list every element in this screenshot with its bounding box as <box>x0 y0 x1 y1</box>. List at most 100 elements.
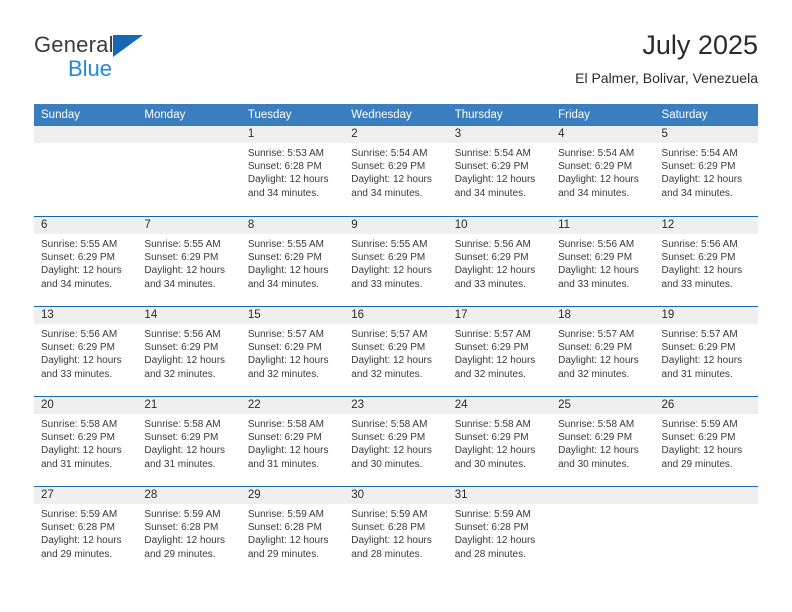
day-cell <box>137 126 241 216</box>
day-cell[interactable]: 30 Sunrise: 5:59 AM Sunset: 6:28 PM Dayl… <box>344 487 448 576</box>
daylight-text-line1: Daylight: 12 hours <box>661 174 743 186</box>
day-number: 14 <box>137 307 241 324</box>
daylight-text-line2: and 30 minutes. <box>558 458 630 470</box>
daylight-text-line1: Daylight: 12 hours <box>247 535 329 547</box>
logo-general-text: General <box>34 32 114 57</box>
daylight-text-line1: Daylight: 12 hours <box>661 445 743 457</box>
daylight-text-line1: Daylight: 12 hours <box>144 445 226 457</box>
sunset-text: Sunset: 6:29 PM <box>558 252 633 264</box>
page-title: July 2025 <box>642 30 758 60</box>
day-cell[interactable]: 24 Sunrise: 5:58 AM Sunset: 6:29 PM Dayl… <box>447 397 552 486</box>
day-number: 10 <box>447 217 552 234</box>
day-info: Sunrise: 5:57 AM Sunset: 6:29 PM Dayligh… <box>448 324 551 381</box>
daylight-text-line2: and 33 minutes. <box>41 368 113 380</box>
daylight-text-line1: Daylight: 12 hours <box>661 265 743 277</box>
weekday-monday: Monday <box>144 109 186 121</box>
day-cell[interactable]: 14 Sunrise: 5:56 AM Sunset: 6:29 PM Dayl… <box>137 307 241 396</box>
day-cell[interactable]: 28 Sunrise: 5:59 AM Sunset: 6:28 PM Dayl… <box>137 487 241 576</box>
day-number <box>34 126 138 143</box>
day-cell[interactable]: 10 Sunrise: 5:56 AM Sunset: 6:29 PM Dayl… <box>447 217 552 306</box>
sunrise-text: Sunrise: 5:56 AM <box>558 239 635 250</box>
day-number: 1 <box>240 126 345 143</box>
day-cell[interactable]: 8 Sunrise: 5:55 AM Sunset: 6:29 PM Dayli… <box>240 217 345 306</box>
sunset-text: Sunset: 6:29 PM <box>454 161 529 173</box>
day-cell <box>551 487 655 576</box>
sunrise-text: Sunrise: 5:57 AM <box>454 329 531 340</box>
sunset-text: Sunset: 6:29 PM <box>351 252 426 264</box>
day-info: Sunrise: 5:56 AM Sunset: 6:29 PM Dayligh… <box>655 234 758 291</box>
sunrise-text: Sunrise: 5:55 AM <box>351 239 428 250</box>
daylight-text-line2: and 33 minutes. <box>351 278 423 290</box>
day-cell[interactable]: 2 Sunrise: 5:54 AM Sunset: 6:29 PM Dayli… <box>344 126 448 216</box>
day-cell[interactable]: 31 Sunrise: 5:59 AM Sunset: 6:28 PM Dayl… <box>447 487 552 576</box>
day-cell[interactable]: 4 Sunrise: 5:54 AM Sunset: 6:29 PM Dayli… <box>551 126 655 216</box>
day-number: 5 <box>654 126 758 143</box>
sunset-text: Sunset: 6:28 PM <box>247 522 322 534</box>
day-cell[interactable]: 3 Sunrise: 5:54 AM Sunset: 6:29 PM Dayli… <box>447 126 552 216</box>
day-cell[interactable]: 22 Sunrise: 5:58 AM Sunset: 6:29 PM Dayl… <box>240 397 345 486</box>
daylight-text-line2: and 32 minutes. <box>351 368 423 380</box>
day-cell[interactable]: 17 Sunrise: 5:57 AM Sunset: 6:29 PM Dayl… <box>447 307 552 396</box>
day-cell[interactable]: 19 Sunrise: 5:57 AM Sunset: 6:29 PM Dayl… <box>654 307 758 396</box>
day-number: 18 <box>551 307 655 324</box>
daylight-text-line2: and 30 minutes. <box>351 458 423 470</box>
sunrise-text: Sunrise: 5:57 AM <box>558 329 635 340</box>
day-cell[interactable]: 5 Sunrise: 5:54 AM Sunset: 6:29 PM Dayli… <box>654 126 758 216</box>
day-info: Sunrise: 5:58 AM Sunset: 6:29 PM Dayligh… <box>344 414 447 471</box>
day-cell[interactable]: 6 Sunrise: 5:55 AM Sunset: 6:29 PM Dayli… <box>34 217 138 306</box>
day-cell[interactable]: 26 Sunrise: 5:59 AM Sunset: 6:29 PM Dayl… <box>654 397 758 486</box>
sunrise-text: Sunrise: 5:56 AM <box>41 329 118 340</box>
daylight-text-line2: and 31 minutes. <box>41 458 113 470</box>
day-number: 20 <box>34 397 138 414</box>
daylight-text-line1: Daylight: 12 hours <box>351 535 432 547</box>
daylight-text-line1: Daylight: 12 hours <box>661 355 743 367</box>
daylight-text-line1: Daylight: 12 hours <box>454 445 536 457</box>
day-cell[interactable]: 11 Sunrise: 5:56 AM Sunset: 6:29 PM Dayl… <box>551 217 655 306</box>
sunrise-text: Sunrise: 5:54 AM <box>454 148 531 159</box>
daylight-text-line1: Daylight: 12 hours <box>41 535 122 547</box>
daylight-text-line2: and 33 minutes. <box>558 278 630 290</box>
day-info: Sunrise: 5:54 AM Sunset: 6:29 PM Dayligh… <box>551 143 654 200</box>
day-cell[interactable]: 1 Sunrise: 5:53 AM Sunset: 6:28 PM Dayli… <box>240 126 345 216</box>
daylight-text-line2: and 29 minutes. <box>247 548 320 560</box>
daylight-text-line2: and 34 minutes. <box>247 278 320 290</box>
daylight-text-line2: and 34 minutes. <box>454 187 526 199</box>
daylight-text-line1: Daylight: 12 hours <box>558 265 639 277</box>
week-row: 13 Sunrise: 5:56 AM Sunset: 6:29 PM Dayl… <box>34 306 758 396</box>
day-cell[interactable]: 23 Sunrise: 5:58 AM Sunset: 6:29 PM Dayl… <box>344 397 448 486</box>
daylight-text-line2: and 32 minutes. <box>144 368 216 380</box>
day-number: 13 <box>34 307 138 324</box>
day-cell[interactable]: 29 Sunrise: 5:59 AM Sunset: 6:28 PM Dayl… <box>240 487 345 576</box>
sunset-text: Sunset: 6:29 PM <box>144 432 219 444</box>
daylight-text-line1: Daylight: 12 hours <box>247 174 329 186</box>
day-cell[interactable]: 9 Sunrise: 5:55 AM Sunset: 6:29 PM Dayli… <box>344 217 448 306</box>
day-cell[interactable]: 21 Sunrise: 5:58 AM Sunset: 6:29 PM Dayl… <box>137 397 241 486</box>
sunset-text: Sunset: 6:29 PM <box>454 432 529 444</box>
day-cell[interactable]: 13 Sunrise: 5:56 AM Sunset: 6:29 PM Dayl… <box>34 307 138 396</box>
day-cell[interactable]: 15 Sunrise: 5:57 AM Sunset: 6:29 PM Dayl… <box>240 307 345 396</box>
sunset-text: Sunset: 6:29 PM <box>454 252 529 264</box>
day-info: Sunrise: 5:55 AM Sunset: 6:29 PM Dayligh… <box>344 234 447 291</box>
day-cell[interactable]: 27 Sunrise: 5:59 AM Sunset: 6:28 PM Dayl… <box>34 487 138 576</box>
sunset-text: Sunset: 6:29 PM <box>247 342 322 354</box>
day-cell[interactable]: 12 Sunrise: 5:56 AM Sunset: 6:29 PM Dayl… <box>654 217 758 306</box>
weekday-tuesday: Tuesday <box>247 109 292 121</box>
day-number: 17 <box>447 307 552 324</box>
daylight-text-line2: and 33 minutes. <box>661 278 733 290</box>
day-cell[interactable]: 20 Sunrise: 5:58 AM Sunset: 6:29 PM Dayl… <box>34 397 138 486</box>
sunrise-text: Sunrise: 5:59 AM <box>41 509 118 520</box>
sunset-text: Sunset: 6:29 PM <box>661 342 736 354</box>
daylight-text-line2: and 29 minutes. <box>41 548 113 560</box>
day-cell[interactable]: 18 Sunrise: 5:57 AM Sunset: 6:29 PM Dayl… <box>551 307 655 396</box>
day-cell[interactable]: 25 Sunrise: 5:58 AM Sunset: 6:29 PM Dayl… <box>551 397 655 486</box>
daylight-text-line2: and 34 minutes. <box>144 278 216 290</box>
sunset-text: Sunset: 6:28 PM <box>454 522 529 534</box>
calendar-page: General Blue July 2025 El Palmer, Boliva… <box>0 0 792 612</box>
day-number: 22 <box>240 397 345 414</box>
daylight-text-line1: Daylight: 12 hours <box>454 174 536 186</box>
day-cell[interactable]: 7 Sunrise: 5:55 AM Sunset: 6:29 PM Dayli… <box>137 217 241 306</box>
day-cell[interactable]: 16 Sunrise: 5:57 AM Sunset: 6:29 PM Dayl… <box>344 307 448 396</box>
daylight-text-line2: and 31 minutes. <box>144 458 216 470</box>
daylight-text-line2: and 32 minutes. <box>247 368 320 380</box>
daylight-text-line1: Daylight: 12 hours <box>247 355 329 367</box>
